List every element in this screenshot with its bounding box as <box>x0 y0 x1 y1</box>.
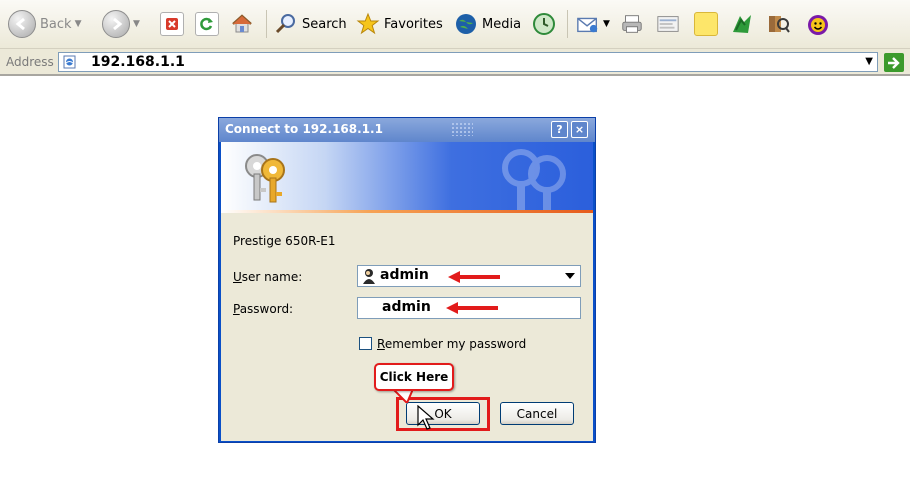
username-value: admin <box>380 267 429 283</box>
home-icon <box>230 12 254 36</box>
print-button[interactable] <box>620 9 644 39</box>
back-dropdown-icon: ▼ <box>74 19 82 29</box>
cursor-icon <box>417 405 435 430</box>
home-button[interactable] <box>230 9 254 39</box>
favorites-icon <box>356 12 380 36</box>
history-button[interactable] <box>532 9 556 39</box>
search-icon <box>274 12 298 36</box>
messenger-button[interactable] <box>730 9 754 39</box>
back-button[interactable]: Back ▼ <box>8 9 81 39</box>
favorites-button[interactable]: Favorites <box>356 9 443 39</box>
note-icon <box>694 12 718 36</box>
refresh-icon <box>195 12 219 36</box>
username-combobox[interactable]: admin <box>357 265 581 287</box>
username-dropdown-icon[interactable] <box>562 268 578 284</box>
red-arrow-icon <box>446 302 498 314</box>
favorites-label: Favorites <box>384 16 443 32</box>
dialog-banner <box>221 142 593 210</box>
forward-button[interactable]: ▼ <box>102 9 140 39</box>
mail-dropdown-icon: ▼ <box>603 19 610 29</box>
login-dialog: Connect to 192.168.1.1 ? × Prestige 650R… <box>218 117 596 443</box>
address-label: Address <box>6 55 54 69</box>
forward-dropdown-icon: ▼ <box>133 19 140 29</box>
password-label: Password: <box>233 302 294 316</box>
refresh-button[interactable] <box>195 9 219 39</box>
address-dropdown-icon[interactable]: ▼ <box>865 56 873 67</box>
click-here-callout: Click Here <box>374 363 454 391</box>
edit-button[interactable] <box>656 9 680 39</box>
callout-pointer <box>393 389 413 403</box>
yahoo-icon <box>806 12 830 36</box>
red-arrow-icon <box>448 271 500 283</box>
cancel-button[interactable]: Cancel <box>500 402 574 425</box>
go-icon <box>888 56 900 69</box>
remember-password-checkbox[interactable] <box>359 337 372 350</box>
search-label: Search <box>302 16 347 32</box>
address-bar: Address 192.168.1.1 ▼ <box>0 48 910 76</box>
back-icon <box>8 10 36 38</box>
media-button[interactable]: Media <box>454 9 521 39</box>
note-button[interactable] <box>694 9 718 39</box>
page-icon <box>63 55 76 69</box>
password-value: admin <box>382 299 431 315</box>
research-icon <box>766 12 790 36</box>
realm-label: Prestige 650R-E1 <box>233 234 336 248</box>
mail-button[interactable]: ▼ <box>576 9 610 39</box>
research-button[interactable] <box>766 9 790 39</box>
toolbar-separator <box>567 10 568 38</box>
help-button[interactable]: ? <box>551 121 568 138</box>
print-icon <box>620 12 644 36</box>
media-label: Media <box>482 16 522 32</box>
stop-button[interactable] <box>160 9 184 39</box>
titlebar-pattern <box>451 122 473 136</box>
user-icon <box>363 269 375 284</box>
browser-toolbar: Back ▼ ▼ Search Favorites Media ▼ <box>0 0 910 48</box>
forward-icon <box>102 10 130 38</box>
close-button[interactable]: × <box>571 121 588 138</box>
dialog-title: Connect to 192.168.1.1 <box>225 122 383 136</box>
yahoo-button[interactable] <box>806 9 830 39</box>
stop-icon <box>160 12 184 36</box>
address-input[interactable]: 192.168.1.1 ▼ <box>58 52 878 72</box>
edit-icon <box>656 12 680 36</box>
go-button[interactable] <box>884 53 904 72</box>
search-button[interactable]: Search <box>274 9 347 39</box>
toolbar-separator <box>266 10 267 38</box>
mail-icon <box>576 12 600 36</box>
messenger-icon <box>730 12 754 36</box>
keys-icon <box>245 154 285 203</box>
address-url: 192.168.1.1 <box>91 54 185 70</box>
username-label: User name: <box>233 270 303 284</box>
password-input[interactable]: admin <box>357 297 581 319</box>
media-icon <box>454 12 478 36</box>
remember-password-label: Remember my password <box>377 337 527 351</box>
back-label: Back <box>40 16 72 32</box>
dialog-body: Prestige 650R-E1 User name: admin Passwo… <box>221 213 593 441</box>
history-icon <box>532 12 556 36</box>
dialog-titlebar[interactable]: Connect to 192.168.1.1 ? × <box>219 118 595 142</box>
keys-watermark-icon <box>502 149 566 210</box>
